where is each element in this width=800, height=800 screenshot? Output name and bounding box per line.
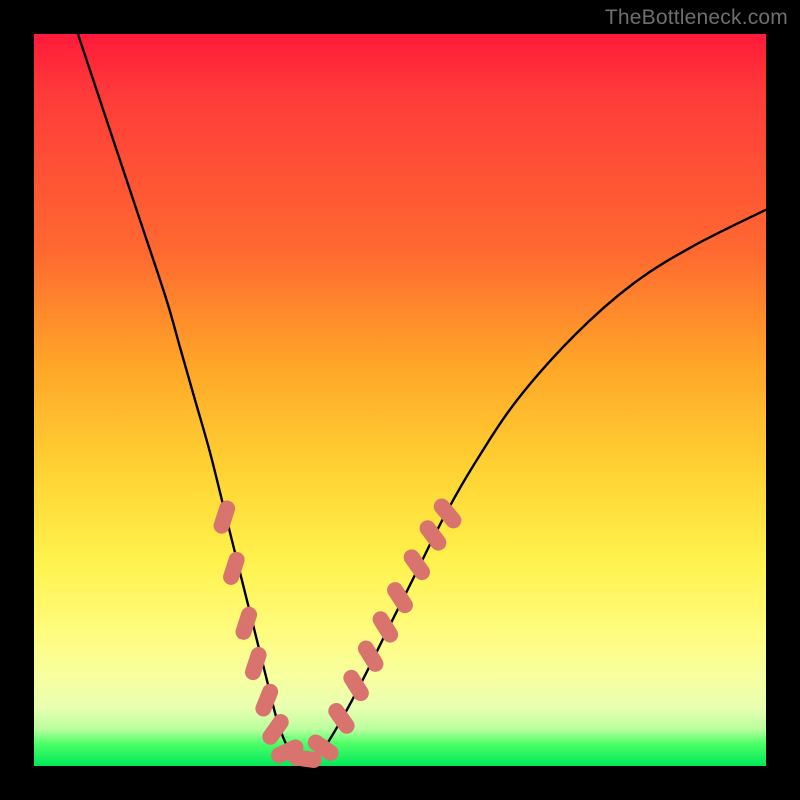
bottleneck-curve-svg <box>34 34 766 766</box>
chart-frame: TheBottleneck.com <box>0 0 800 800</box>
curve-marker <box>416 517 449 554</box>
curve-marker <box>401 546 434 583</box>
curve-marker <box>259 711 292 748</box>
watermark-text: TheBottleneck.com <box>605 6 788 30</box>
curve-marker <box>211 498 237 535</box>
bottleneck-curve <box>78 34 766 760</box>
curve-marker <box>325 700 358 737</box>
plot-area <box>34 34 766 766</box>
curve-group <box>78 34 766 760</box>
curve-marker <box>253 681 281 719</box>
